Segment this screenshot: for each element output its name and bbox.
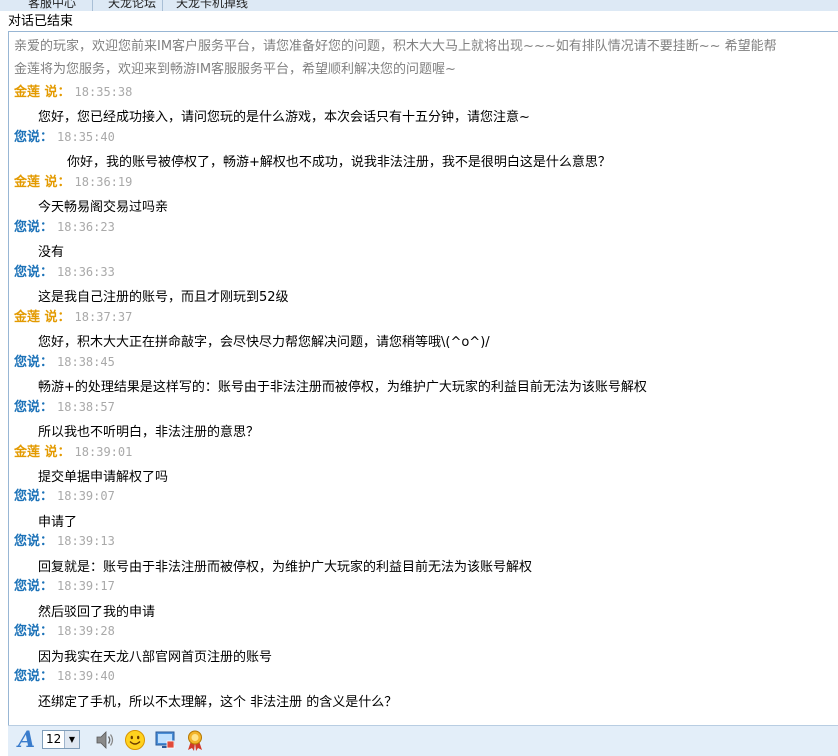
screenshot-icon[interactable]: [154, 729, 176, 755]
message-text: 提交单据申请解权了吗: [38, 470, 169, 485]
message-header: 您说： 18:39:28: [14, 620, 115, 639]
message-timestamp: 18:39:01: [74, 445, 133, 459]
message-text: 申请了: [38, 515, 78, 530]
message-text: 因为我实在天龙八部官网首页注册的账号: [38, 650, 273, 665]
user-label: 您说：: [14, 265, 54, 280]
tab-forum[interactable]: 天龙论坛: [108, 0, 156, 11]
speaker-icon[interactable]: [94, 729, 116, 755]
message-header: 金莲 说： 18:36:19: [14, 171, 132, 190]
agent-name: 金莲: [14, 175, 41, 190]
message-text: 然后驳回了我的申请: [38, 605, 156, 620]
message-timestamp: 18:39:28: [57, 624, 115, 638]
user-label: 您说：: [14, 355, 54, 370]
message-text: 您好，您已经成功接入，请问您玩的是什么游戏，本次会话只有十五分钟，请您注意~: [38, 110, 530, 125]
message-timestamp: 18:39:13: [57, 534, 115, 548]
message-text: 回复就是：账号由于非法注册而被停权，为维护广大玩家的利益目前无法为该账号解权: [38, 560, 533, 575]
message-text: 今天畅易阁交易过吗亲: [38, 200, 169, 215]
nav-divider: [162, 0, 163, 11]
message-header: 您说： 18:39:07: [14, 485, 115, 504]
message-header: 您说： 18:39:17: [14, 575, 115, 594]
speaker-suffix: 说：: [40, 175, 71, 190]
message-header: 金莲 说： 18:35:38: [14, 81, 132, 100]
nav-divider: [92, 0, 93, 11]
user-label: 您说：: [14, 400, 54, 415]
message-header: 您说： 18:35:40: [14, 126, 115, 145]
user-label: 您说：: [14, 220, 54, 235]
system-message: 金莲将为您服务，欢迎来到畅游IM客服服务平台，希望顺利解决您的问题喔~: [14, 62, 456, 77]
message-text: 你好，我的账号被停权了，畅游+解权也不成功，说我非法注册，我不是很明白这是什么意…: [67, 155, 611, 170]
input-toolbar: A 12 ▼: [8, 725, 838, 756]
message-text: 这是我自己注册的账号，而且才刚玩到52级: [38, 290, 289, 305]
message-text: 所以我也不听明白，非法注册的意思？: [38, 425, 260, 440]
user-label: 您说：: [14, 534, 54, 549]
system-message: 亲爱的玩家，欢迎您前来IM客户服务平台，请您准备好您的问题，积木大大马上就将出现…: [14, 39, 777, 54]
agent-name: 金莲: [14, 445, 41, 460]
message-text: 畅游+的处理结果是这样写的：账号由于非法注册而被停权，为维护广大玩家的利益目前无…: [38, 380, 647, 395]
message-timestamp: 18:36:33: [57, 265, 115, 279]
message-timestamp: 18:37:37: [74, 310, 133, 324]
agent-name: 金莲: [14, 310, 41, 325]
message-timestamp: 18:36:19: [74, 175, 133, 189]
message-timestamp: 18:35:40: [57, 130, 115, 144]
font-size-value: 12: [46, 732, 62, 746]
message-text: 还绑定了手机，所以不太理解，这个 非法注册 的含义是什么？: [38, 695, 398, 710]
speaker-suffix: 说：: [40, 85, 71, 100]
chevron-down-icon: ▼: [64, 731, 79, 748]
chat-log[interactable]: 亲爱的玩家，欢迎您前来IM客户服务平台，请您准备好您的问题，积木大大马上就将出现…: [8, 31, 838, 727]
message-header: 您说： 18:36:23: [14, 216, 115, 235]
top-nav: 客服中心 天龙论坛 天龙卡机掉线: [0, 0, 838, 11]
message-header: 金莲 说： 18:39:01: [14, 441, 132, 460]
user-label: 您说：: [14, 579, 54, 594]
message-timestamp: 18:36:23: [57, 220, 115, 234]
user-label: 您说：: [14, 624, 54, 639]
message-text: 您好，积木大大正在拼命敲字，会尽快尽力帮您解决问题，请您稍等哦\(^o^)/: [38, 335, 490, 350]
speaker-suffix: 说：: [40, 445, 71, 460]
message-header: 金莲 说： 18:37:37: [14, 306, 132, 325]
conversation-status: 对话已结束: [8, 14, 74, 29]
message-timestamp: 18:35:38: [74, 85, 133, 99]
message-timestamp: 18:39:17: [57, 579, 115, 593]
message-timestamp: 18:39:07: [57, 489, 115, 503]
award-icon[interactable]: [184, 729, 206, 755]
message-timestamp: 18:38:57: [57, 400, 115, 414]
message-text: 没有: [38, 245, 65, 260]
message-timestamp: 18:39:40: [57, 669, 115, 683]
message-header: 您说： 18:38:45: [14, 351, 115, 370]
message-header: 您说： 18:39:13: [14, 530, 115, 549]
speaker-suffix: 说：: [40, 310, 71, 325]
emoji-icon[interactable]: [124, 729, 146, 755]
message-header: 您说： 18:36:33: [14, 261, 115, 280]
user-label: 您说：: [14, 130, 54, 145]
message-header: 您说： 18:38:57: [14, 396, 115, 415]
message-header: 您说： 18:39:40: [14, 665, 115, 684]
tab-freeze-disconnect[interactable]: 天龙卡机掉线: [176, 0, 248, 11]
font-style-icon[interactable]: A: [18, 727, 35, 753]
agent-name: 金莲: [14, 85, 41, 100]
message-timestamp: 18:38:45: [57, 355, 115, 369]
user-label: 您说：: [14, 489, 54, 504]
user-label: 您说：: [14, 669, 54, 684]
font-size-select[interactable]: 12 ▼: [42, 730, 80, 749]
